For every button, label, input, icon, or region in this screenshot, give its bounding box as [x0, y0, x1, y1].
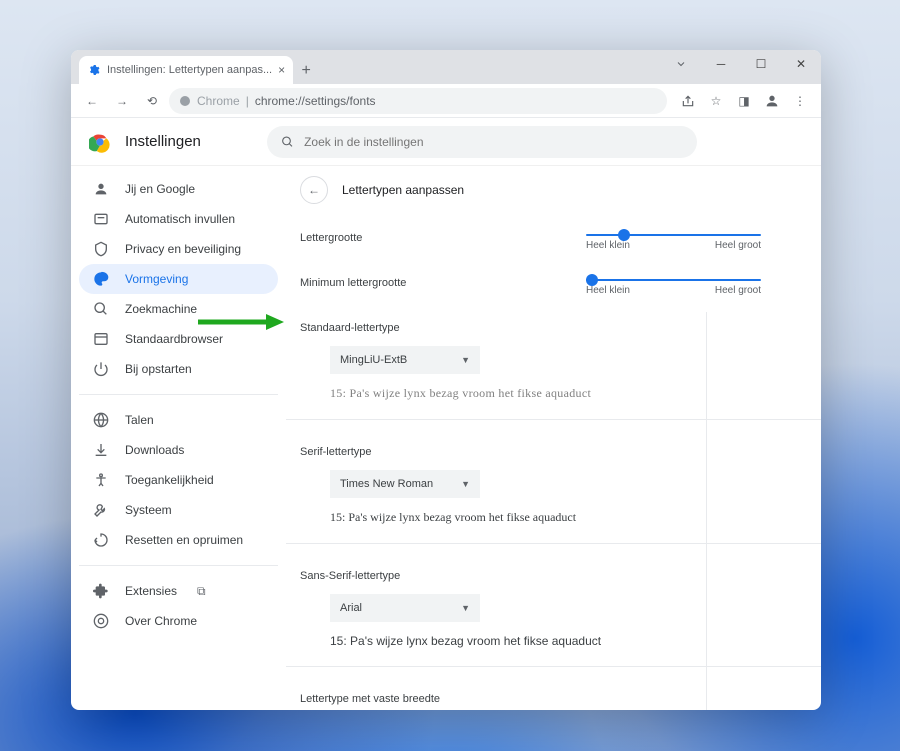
power-icon	[93, 361, 109, 377]
window-maximize-icon[interactable]: ☐	[741, 50, 781, 78]
font-size-slider[interactable]: Heel kleinHeel groot	[586, 228, 761, 251]
back-arrow-button[interactable]: ←	[300, 176, 328, 204]
sidebar: Jij en Google Automatisch invullen Priva…	[71, 166, 286, 710]
toolbar: ← → ⟲ Chrome | chrome://settings/fonts ☆…	[71, 84, 821, 118]
palette-icon	[93, 271, 109, 287]
window-close-icon[interactable]: ✕	[781, 50, 821, 78]
close-tab-icon[interactable]: ×	[278, 63, 285, 77]
serif-font-dropdown[interactable]: Times New Roman▼	[330, 470, 480, 498]
extension-icon	[93, 583, 109, 599]
autofill-icon	[93, 211, 109, 227]
chrome-logo-icon	[89, 131, 111, 153]
globe-icon	[93, 412, 109, 428]
page-title: Instellingen	[125, 133, 201, 150]
menu-icon[interactable]: ⋮	[787, 88, 813, 114]
shield-icon	[93, 241, 109, 257]
search-field[interactable]	[304, 135, 683, 149]
sidebar-item-extensions[interactable]: Extensies⧉	[79, 576, 278, 606]
settings-header: Instellingen	[71, 118, 821, 166]
forward-button[interactable]: →	[109, 88, 135, 114]
info-icon	[179, 95, 191, 107]
restore-icon	[93, 532, 109, 548]
sans-font-dropdown[interactable]: Arial▼	[330, 594, 480, 622]
accessibility-icon	[93, 472, 109, 488]
sidebar-item-you-google[interactable]: Jij en Google	[79, 174, 278, 204]
mono-font-title: Lettertype met vaste breedte	[300, 693, 761, 705]
tab-title: Instellingen: Lettertypen aanpas...	[107, 64, 272, 76]
standard-font-dropdown[interactable]: MingLiU-ExtB▼	[330, 346, 480, 374]
serif-font-title: Serif-lettertype	[300, 446, 761, 458]
address-bar[interactable]: Chrome | chrome://settings/fonts	[169, 88, 667, 114]
search-icon	[281, 135, 294, 149]
window-expand-icon[interactable]	[661, 50, 701, 78]
sidebar-item-system[interactable]: Systeem	[79, 495, 278, 525]
download-icon	[93, 442, 109, 458]
person-icon	[93, 181, 109, 197]
sidebar-item-default-browser[interactable]: Standaardbrowser	[79, 324, 278, 354]
sidebar-item-search[interactable]: Zoekmachine	[79, 294, 278, 324]
chrome-window: Instellingen: Lettertypen aanpas... × + …	[71, 50, 821, 710]
font-size-label: Lettergrootte	[300, 228, 362, 244]
sidebar-item-reset[interactable]: Resetten en opruimen	[79, 525, 278, 555]
min-font-size-label: Minimum lettergrootte	[300, 273, 406, 289]
share-icon[interactable]	[675, 88, 701, 114]
gear-icon	[87, 63, 101, 77]
settings-panel: ← Lettertypen aanpassen Lettergrootte He…	[286, 166, 821, 710]
sidebar-item-accessibility[interactable]: Toegankelijkheid	[79, 465, 278, 495]
reload-button[interactable]: ⟲	[139, 88, 165, 114]
browser-tab[interactable]: Instellingen: Lettertypen aanpas... ×	[79, 56, 293, 84]
serif-font-preview: 15: Pa's wijze lynx bezag vroom het fiks…	[330, 510, 761, 525]
external-link-icon: ⧉	[197, 584, 206, 599]
url-path: chrome://settings/fonts	[255, 94, 376, 108]
titlebar: Instellingen: Lettertypen aanpas... × + …	[71, 50, 821, 84]
sidebar-item-autofill[interactable]: Automatisch invullen	[79, 204, 278, 234]
search-icon	[93, 301, 109, 317]
sidebar-item-downloads[interactable]: Downloads	[79, 435, 278, 465]
standard-font-preview: 15: Pa's wijze lynx bezag vroom het fiks…	[330, 386, 761, 401]
sidebar-item-appearance[interactable]: Vormgeving	[79, 264, 278, 294]
sidebar-item-about[interactable]: Over Chrome	[79, 606, 278, 636]
standard-font-title: Standaard-lettertype	[300, 322, 761, 334]
profile-icon[interactable]	[759, 88, 785, 114]
panel-icon[interactable]: ◨	[731, 88, 757, 114]
sans-font-preview: 15: Pa's wijze lynx bezag vroom het fiks…	[330, 634, 761, 648]
panel-title: Lettertypen aanpassen	[342, 183, 464, 197]
sidebar-item-languages[interactable]: Talen	[79, 405, 278, 435]
search-input[interactable]	[267, 126, 697, 158]
sidebar-item-startup[interactable]: Bij opstarten	[79, 354, 278, 384]
url-scheme: Chrome	[197, 94, 240, 108]
chrome-icon	[93, 613, 109, 629]
bookmark-icon[interactable]: ☆	[703, 88, 729, 114]
sidebar-item-privacy[interactable]: Privacy en beveiliging	[79, 234, 278, 264]
sans-font-title: Sans-Serif-lettertype	[300, 570, 761, 582]
chevron-down-icon: ▼	[461, 479, 470, 489]
wrench-icon	[93, 502, 109, 518]
chevron-down-icon: ▼	[461, 355, 470, 365]
chevron-down-icon: ▼	[461, 603, 470, 613]
min-font-size-slider[interactable]: Heel kleinHeel groot	[586, 273, 761, 296]
window-minimize-icon[interactable]: ─	[701, 50, 741, 78]
back-button[interactable]: ←	[79, 88, 105, 114]
new-tab-button[interactable]: +	[293, 58, 319, 84]
browser-icon	[93, 331, 109, 347]
